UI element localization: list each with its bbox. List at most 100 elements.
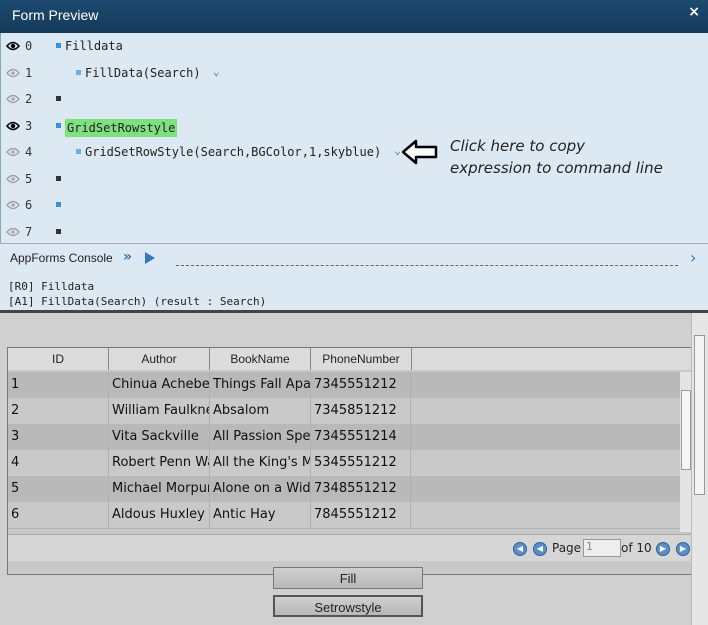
bullet-icon xyxy=(56,175,61,181)
table-cell: William Faulkner xyxy=(109,398,210,424)
column-header-id[interactable]: ID xyxy=(8,348,109,370)
bullet-icon xyxy=(56,228,61,234)
play-icon[interactable] xyxy=(144,252,156,264)
eye-icon[interactable] xyxy=(6,173,20,183)
table-row[interactable]: 4Robert Penn WarrenAll the King's Men534… xyxy=(8,450,684,477)
table-cell: Antic Hay xyxy=(210,502,311,528)
scrollbar-thumb[interactable] xyxy=(694,335,705,495)
form-area: ID Author BookName PhoneNumber 1 Chinua A… xyxy=(0,313,708,625)
console-label: AppForms Console xyxy=(10,251,113,265)
console-output-line: [A1] FillData(Search) (result : Search) xyxy=(8,295,267,308)
table-cell: 5 xyxy=(8,476,109,502)
table-cell: Things Fall Apart xyxy=(210,372,311,398)
console-toolbar: AppForms Console » › xyxy=(0,243,708,274)
annotation-line-1: Click here to copy xyxy=(450,137,586,155)
expression-line[interactable]: 7 xyxy=(1,219,708,245)
last-page-icon[interactable]: ▶ xyxy=(676,542,690,556)
page-number-input[interactable]: 1 xyxy=(583,539,621,557)
table-cell: 3 xyxy=(8,424,109,450)
line-number: 1 xyxy=(25,65,33,80)
table-cell: Chinua Achebe xyxy=(109,372,210,398)
table-cell: Aldous Huxley xyxy=(109,502,210,528)
table-row[interactable]: 6 Aldous Huxley Antic Hay 7845551212 xyxy=(8,502,684,529)
expression-text[interactable]: Filldata xyxy=(65,39,123,53)
line-number: 4 xyxy=(25,145,33,159)
table-cell: 7345551214 xyxy=(311,424,411,450)
console-output-line: [R0] Filldata xyxy=(8,280,95,293)
line-number: 5 xyxy=(25,171,33,186)
bullet-icon xyxy=(76,69,81,75)
page-count: of 10 xyxy=(621,541,652,555)
expression-line[interactable]: 6 xyxy=(1,192,708,218)
table-cell: Robert Penn Warren xyxy=(109,450,210,476)
next-page-icon[interactable]: ▶ xyxy=(656,542,670,556)
table-cell: 7345851212 xyxy=(311,398,411,424)
table-row[interactable]: 5Michael MorpurgoAlone on a Wide73485512… xyxy=(8,476,684,503)
chevron-right-icon[interactable]: › xyxy=(690,248,696,267)
bullet-icon xyxy=(56,122,61,128)
eye-icon[interactable] xyxy=(5,120,21,130)
table-cell: Alone on a Wide xyxy=(210,476,311,502)
column-header-author[interactable]: Author xyxy=(109,348,210,370)
first-page-icon[interactable]: ◀ xyxy=(513,542,527,556)
table-cell: 7348551212 xyxy=(311,476,411,502)
table-cell: Vita Sackville xyxy=(109,424,210,450)
window-title: Form Preview xyxy=(12,7,99,23)
table-cell: Absalom xyxy=(210,398,311,424)
annotation-line-2: expression to command line xyxy=(450,159,663,177)
line-number: 0 xyxy=(25,39,33,53)
command-line[interactable] xyxy=(176,265,678,266)
eye-icon[interactable] xyxy=(6,146,20,157)
bullet-icon xyxy=(56,202,61,207)
setrowstyle-button[interactable]: Setrowstyle xyxy=(273,595,423,617)
table-cell: 5345551212 xyxy=(311,450,411,476)
table-row[interactable]: 3Vita SackvilleAll Passion Spent73455512… xyxy=(8,424,684,451)
table-cell: Michael Morpurgo xyxy=(109,476,210,502)
table-row[interactable]: 1 Chinua Achebe Things Fall Apart 734555121… xyxy=(8,372,684,399)
table-cell: 7345551212 xyxy=(311,372,411,398)
column-header-phonenumber[interactable]: PhoneNumber xyxy=(311,348,412,370)
fill-button[interactable]: Fill xyxy=(273,567,423,589)
form-vertical-scrollbar[interactable] xyxy=(691,313,708,625)
table-cell: 7845551212 xyxy=(311,502,411,528)
table-cell: All the King's Men xyxy=(210,450,311,476)
eye-icon[interactable] xyxy=(5,40,21,51)
arrow-left-icon xyxy=(401,139,438,165)
line-number: 7 xyxy=(25,224,33,239)
bullet-icon xyxy=(76,149,81,154)
grid-pager: ◀ ◀ Page 1 of 10 ▶ ▶ xyxy=(8,534,692,561)
table-cell: 6 xyxy=(8,502,109,528)
expression-text[interactable]: FillData(Search) xyxy=(85,66,201,80)
close-icon[interactable]: × xyxy=(688,4,700,20)
eye-icon[interactable] xyxy=(6,67,20,77)
eye-icon[interactable] xyxy=(6,93,20,104)
line-number: 6 xyxy=(25,198,33,212)
eye-icon[interactable] xyxy=(6,226,20,236)
line-number: 3 xyxy=(25,118,33,133)
bullet-icon xyxy=(56,96,61,101)
annotation: Click here to copy expression to command… xyxy=(450,135,663,179)
line-number: 2 xyxy=(25,92,33,106)
eye-icon[interactable] xyxy=(6,199,20,210)
table-cell: All Passion Spent xyxy=(210,424,311,450)
grid-header: ID Author BookName PhoneNumber xyxy=(8,348,692,370)
title-bar: Form Preview × xyxy=(0,0,708,33)
scrollbar-thumb[interactable] xyxy=(681,390,691,470)
expression-line[interactable]: 1 FillData(Search) ⌄ xyxy=(1,60,708,86)
expression-text[interactable]: GridSetRowStyle(Search,BGColor,1,skyblue… xyxy=(85,145,381,159)
expression-text[interactable]: GridSetRowstyle xyxy=(65,118,178,137)
chevron-down-icon[interactable]: ⌄ xyxy=(213,65,220,78)
data-grid: ID Author BookName PhoneNumber 1 Chinua A… xyxy=(7,347,693,575)
table-cell: 4 xyxy=(8,450,109,476)
table-cell: 1 xyxy=(8,372,109,398)
expression-line[interactable]: 2 xyxy=(1,86,708,112)
page-label: Page xyxy=(552,541,582,555)
fast-forward-icon[interactable]: » xyxy=(123,249,132,265)
column-header-bookname[interactable]: BookName xyxy=(210,348,311,370)
expression-line[interactable]: 0 Filldata xyxy=(1,33,708,59)
bullet-icon xyxy=(56,43,61,48)
table-cell: 2 xyxy=(8,398,109,424)
console-output: [R0] Filldata [A1] FillData(Search) (res… xyxy=(0,273,708,310)
table-row[interactable]: 2 William Faulkner Absalom 7345851212 xyxy=(8,398,684,425)
previous-page-icon[interactable]: ◀ xyxy=(533,542,547,556)
